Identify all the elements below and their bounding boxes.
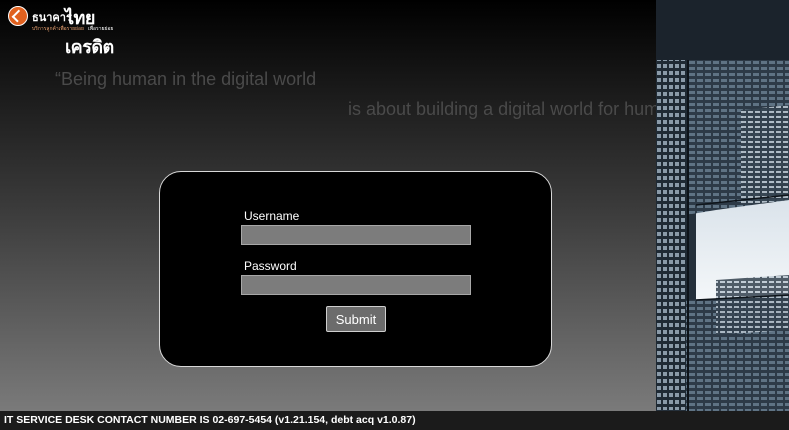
logo-tagline: เพื่อรายย่อย bbox=[88, 26, 114, 32]
password-label: Password bbox=[244, 259, 297, 273]
skyscraper-image bbox=[656, 0, 789, 411]
it-service-desk-footer: IT SERVICE DESK CONTACT NUMBER IS 02-697… bbox=[0, 411, 789, 430]
building-photo bbox=[656, 0, 789, 411]
tagline-line-1: “Being human in the digital world bbox=[55, 69, 317, 89]
login-form: Username Password Submit bbox=[159, 171, 552, 367]
submit-button[interactable]: Submit bbox=[326, 306, 386, 332]
logo-subtitle: บริการลูกค้าเพื่อรายย่อย bbox=[32, 26, 84, 32]
tagline-line-2: is about building a digital world for hu… bbox=[348, 99, 656, 119]
background-panel: ธนาคาร ไทยเครดิต บริการลูกค้าเพื่อรายย่อ… bbox=[0, 0, 656, 411]
username-label: Username bbox=[244, 209, 300, 223]
username-input[interactable] bbox=[241, 225, 471, 245]
bank-logo: ธนาคาร ไทยเครดิต บริการลูกค้าเพื่อรายย่อ… bbox=[8, 4, 118, 57]
bank-logo-mark-icon bbox=[8, 6, 28, 26]
password-input[interactable] bbox=[241, 275, 471, 295]
